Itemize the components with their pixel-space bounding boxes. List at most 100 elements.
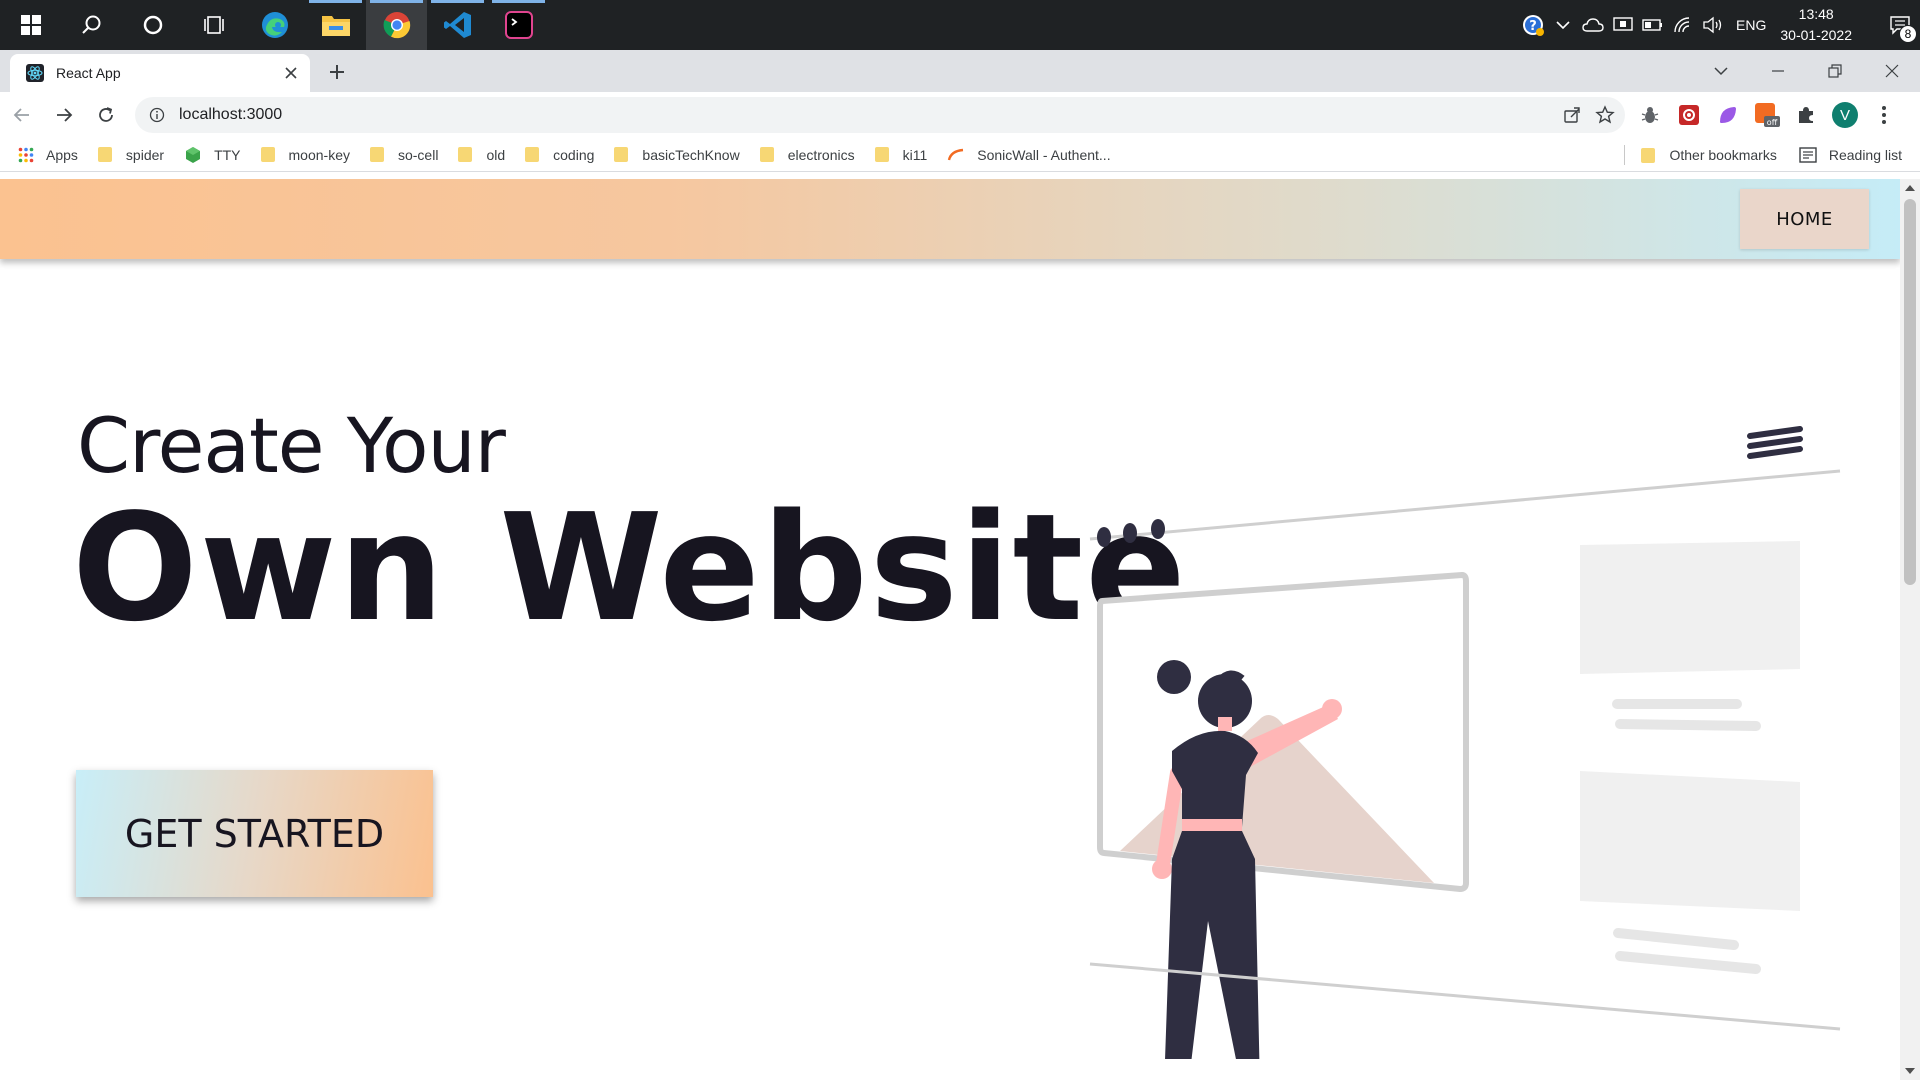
bottom-divider-line [1089, 962, 1841, 1031]
file-explorer-app[interactable] [305, 0, 366, 50]
folder-icon [321, 16, 350, 36]
bookmark-tty[interactable]: TTY [184, 146, 241, 164]
hero-illustration [1089, 426, 1841, 1059]
language-indicator[interactable]: ENG [1736, 17, 1766, 33]
cortana-button[interactable] [122, 0, 183, 50]
bookmark-other-bookmarks[interactable]: Other bookmarks [1641, 147, 1777, 163]
volume-icon[interactable] [1698, 0, 1728, 50]
task-view-button[interactable] [183, 0, 244, 50]
bookmark-apps[interactable]: Apps [18, 147, 78, 163]
bug-extension-icon[interactable] [1635, 100, 1665, 130]
reload-icon [99, 107, 113, 122]
bookmarks-bar: Apps spider TTY moon-key so-cell old cod… [0, 138, 1920, 172]
bookmark-folder-ki11[interactable]: ki11 [874, 146, 928, 163]
scroll-up-arrow-icon[interactable] [1905, 185, 1915, 191]
battery-icon[interactable] [1638, 0, 1668, 50]
browser-tab-strip: React App [0, 50, 1920, 92]
separator [1624, 145, 1626, 165]
restore-button[interactable] [1806, 50, 1863, 92]
bookmark-label: coding [553, 146, 595, 163]
clock-date: 30-01-2022 [1780, 27, 1852, 43]
clock-time: 13:48 [1798, 6, 1834, 22]
purple-extension-icon[interactable] [1713, 100, 1743, 130]
extensions-area: off V [1635, 92, 1899, 138]
bookmark-folder-spider[interactable]: spider [97, 147, 164, 163]
hero-headline-line1: Create Your [77, 401, 506, 490]
bookmark-folder-basictechknow[interactable]: basicTechKnow [614, 147, 740, 163]
chrome-icon [383, 12, 410, 39]
bookmark-folder-so-cell[interactable]: so-cell [369, 146, 439, 163]
tab-search-button[interactable] [1692, 50, 1749, 92]
reading-list-icon [1799, 147, 1817, 163]
terminal-app[interactable] [488, 0, 549, 50]
vscode-icon [443, 12, 471, 38]
bookmark-star-icon[interactable] [1595, 105, 1615, 125]
profile-avatar[interactable]: V [1830, 100, 1860, 130]
tab-title: React App [56, 65, 121, 81]
red-extension-icon[interactable] [1674, 100, 1704, 130]
task-view-icon [203, 16, 224, 34]
chevron-up-icon[interactable] [1548, 0, 1578, 50]
off-extension-icon[interactable]: off [1752, 100, 1782, 130]
forward-arrow-icon [57, 108, 73, 122]
taskbar-search-button[interactable] [61, 0, 122, 50]
svg-text:off: off [1767, 118, 1778, 127]
page-viewport: HOME Create Your Own Website GET STARTED [0, 179, 1900, 1080]
close-tab-icon[interactable] [284, 66, 298, 80]
nav-home-button[interactable]: HOME [1740, 189, 1869, 249]
bookmark-label: so-cell [397, 146, 439, 163]
bookmark-folder-electronics[interactable]: electronics [759, 147, 855, 163]
info-icon[interactable] [149, 107, 165, 123]
page-scrollbar[interactable] [1900, 179, 1920, 1080]
windows-taskbar: ? ENG 13:48 30-01-2022 8 [0, 0, 1920, 50]
share-icon[interactable] [1563, 106, 1581, 124]
reload-button[interactable] [86, 95, 126, 135]
bookmark-label: ki11 [902, 146, 928, 163]
windows-logo-icon [20, 15, 41, 35]
placeholder-card-bottom [1580, 771, 1800, 974]
new-tab-button[interactable] [323, 58, 351, 86]
edge-app[interactable] [244, 0, 305, 50]
bookmark-label: TTY [214, 146, 241, 163]
puzzle-extensions-icon[interactable] [1791, 100, 1821, 130]
scroll-down-arrow-icon[interactable] [1905, 1068, 1915, 1074]
cortana-icon [143, 15, 162, 35]
get-started-button[interactable]: GET STARTED [76, 770, 433, 897]
folder-icon [614, 147, 629, 162]
notification-center-button[interactable]: 8 [1880, 0, 1920, 50]
folder-icon [260, 147, 275, 162]
scrollbar-thumb[interactable] [1904, 199, 1916, 585]
close-window-button[interactable] [1863, 50, 1920, 92]
folder-icon [874, 147, 889, 162]
bookmark-folder-old[interactable]: old [458, 147, 505, 163]
help-icon[interactable]: ? [1518, 0, 1548, 50]
kebab-menu-icon [1882, 106, 1886, 124]
minimize-icon [1771, 70, 1784, 72]
bookmark-sonicwall[interactable]: SonicWall - Authent... [947, 146, 1111, 163]
chrome-app[interactable] [366, 0, 427, 50]
clock[interactable]: 13:48 30-01-2022 [1780, 4, 1852, 46]
bookmark-label: SonicWall - Authent... [977, 146, 1111, 163]
back-button[interactable] [2, 95, 42, 135]
folder-icon [1641, 147, 1656, 163]
svg-text:?: ? [1529, 19, 1537, 34]
react-favicon-icon [26, 64, 44, 82]
wifi-icon[interactable] [1668, 0, 1698, 50]
vscode-app[interactable] [427, 0, 488, 50]
forward-button[interactable] [44, 95, 84, 135]
browser-toolbar: localhost:3000 off V [0, 92, 1920, 138]
display-icon[interactable] [1608, 0, 1638, 50]
address-bar[interactable]: localhost:3000 [135, 97, 1625, 133]
chrome-menu-button[interactable] [1869, 100, 1899, 130]
onedrive-icon[interactable] [1578, 0, 1608, 50]
bookmark-folder-moon-key[interactable]: moon-key [260, 147, 350, 163]
reading-list-button[interactable]: Reading list [1799, 147, 1902, 163]
folder-icon [369, 147, 384, 162]
windows-start-button[interactable] [0, 0, 61, 50]
omnibox-actions [1563, 97, 1615, 133]
minimize-button[interactable] [1749, 50, 1806, 92]
tab-react-app[interactable]: React App [10, 54, 310, 92]
bookmark-folder-coding[interactable]: coding [525, 147, 594, 163]
folder-icon [759, 147, 774, 162]
hamburger-menu-icon[interactable] [1747, 426, 1803, 459]
